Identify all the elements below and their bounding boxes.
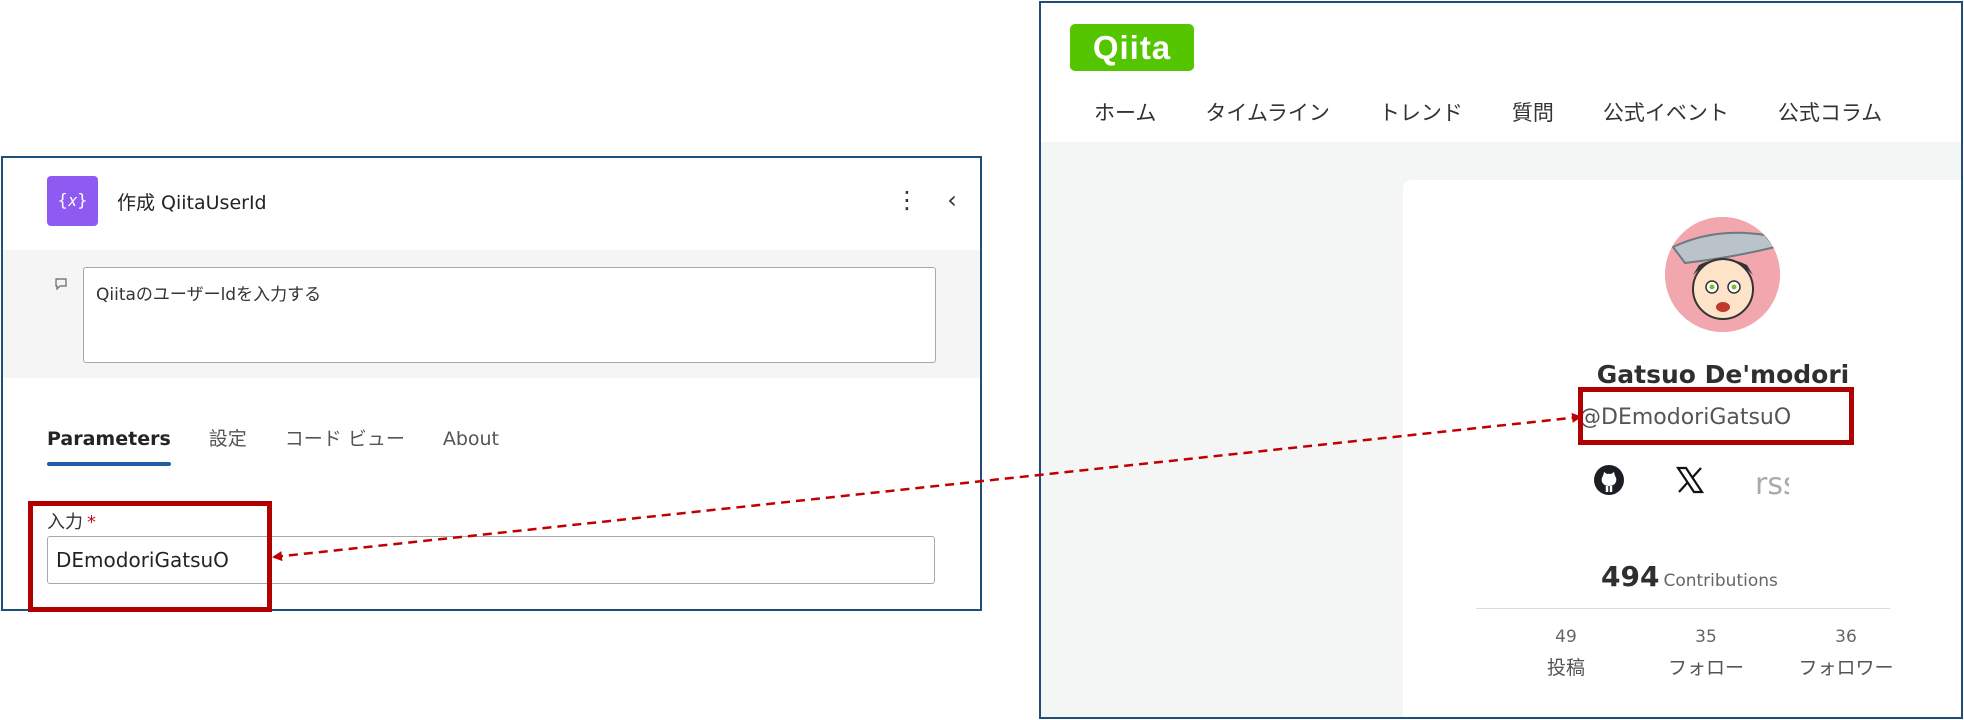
tab-settings[interactable]: 設定 <box>209 424 247 464</box>
nav-item-official-columns[interactable]: 公式コラム <box>1778 97 1882 127</box>
nav-item-trend[interactable]: トレンド <box>1379 97 1463 127</box>
contributions: 494 Contributions <box>1601 560 1778 593</box>
collapse-panel-icon[interactable]: ‹ <box>941 186 963 214</box>
userid-highlight-box <box>1578 387 1854 445</box>
comment-textarea[interactable]: Qiitaのユーザーldを入力する <box>83 267 936 363</box>
nav-item-timeline[interactable]: タイムライン <box>1205 97 1330 127</box>
nav-item-questions[interactable]: 質問 <box>1512 97 1554 127</box>
comment-icon <box>55 278 67 294</box>
stat-followers-count: 36 <box>1835 627 1857 647</box>
action-header: {𝑥} 作成 QiitaUserId ⋮ ‹ <box>3 158 980 250</box>
comment-area: Qiitaのユーザーldを入力する <box>3 250 980 378</box>
avatar[interactable] <box>1665 217 1780 332</box>
action-tabs: Parameters 設定 コード ビュー About <box>47 424 537 466</box>
qiita-header: Qiita ホーム タイムライン トレンド 質問 公式イベント 公式コラム <box>1041 3 1961 142</box>
tab-parameters[interactable]: Parameters <box>47 424 171 466</box>
nav-item-home[interactable]: ホーム <box>1094 97 1156 127</box>
divider <box>1476 608 1890 609</box>
x-icon[interactable] <box>1675 465 1705 503</box>
tab-code-view[interactable]: コード ビュー <box>285 424 405 464</box>
stat-posts-label: 投稿 <box>1546 657 1585 679</box>
qiita-logo[interactable]: Qiita <box>1070 24 1194 71</box>
stat-posts[interactable]: 49 投稿 <box>1496 627 1636 680</box>
stat-followers[interactable]: 36 フォロワー <box>1776 627 1916 680</box>
action-title[interactable]: 作成 QiitaUserId <box>117 188 267 215</box>
profile-stats: 49 投稿 35 フォロー 36 フォロワー <box>1496 627 1916 680</box>
contributions-count: 494 <box>1601 560 1660 593</box>
contributions-label: Contributions <box>1663 571 1778 591</box>
github-icon[interactable] <box>1593 464 1625 504</box>
more-options-icon[interactable]: ⋮ <box>895 186 919 214</box>
tab-about[interactable]: About <box>443 424 499 464</box>
profile-card: Gatsuo De'modori @DEmodoriGatsuO rss 494… <box>1403 180 1961 717</box>
nav-item-official-events[interactable]: 公式イベント <box>1603 97 1729 127</box>
stat-posts-count: 49 <box>1555 627 1577 647</box>
stat-followers-label: フォロワー <box>1798 657 1894 679</box>
qiita-nav: ホーム タイムライン トレンド 質問 公式イベント 公式コラム <box>1094 97 1931 127</box>
braces-variable-icon: {𝑥} <box>47 176 98 226</box>
social-links: rss <box>1593 464 1789 504</box>
stat-following[interactable]: 35 フォロー <box>1636 627 1776 680</box>
stat-following-label: フォロー <box>1667 657 1744 679</box>
qiita-profile-window: Qiita ホーム タイムライン トレンド 質問 公式イベント 公式コラム Ga… <box>1039 1 1963 719</box>
profile-name: Gatsuo De'modori <box>1596 360 1850 389</box>
input-highlight-box <box>28 501 272 612</box>
rss-icon[interactable]: rss <box>1755 467 1789 502</box>
stat-following-count: 35 <box>1695 627 1717 647</box>
